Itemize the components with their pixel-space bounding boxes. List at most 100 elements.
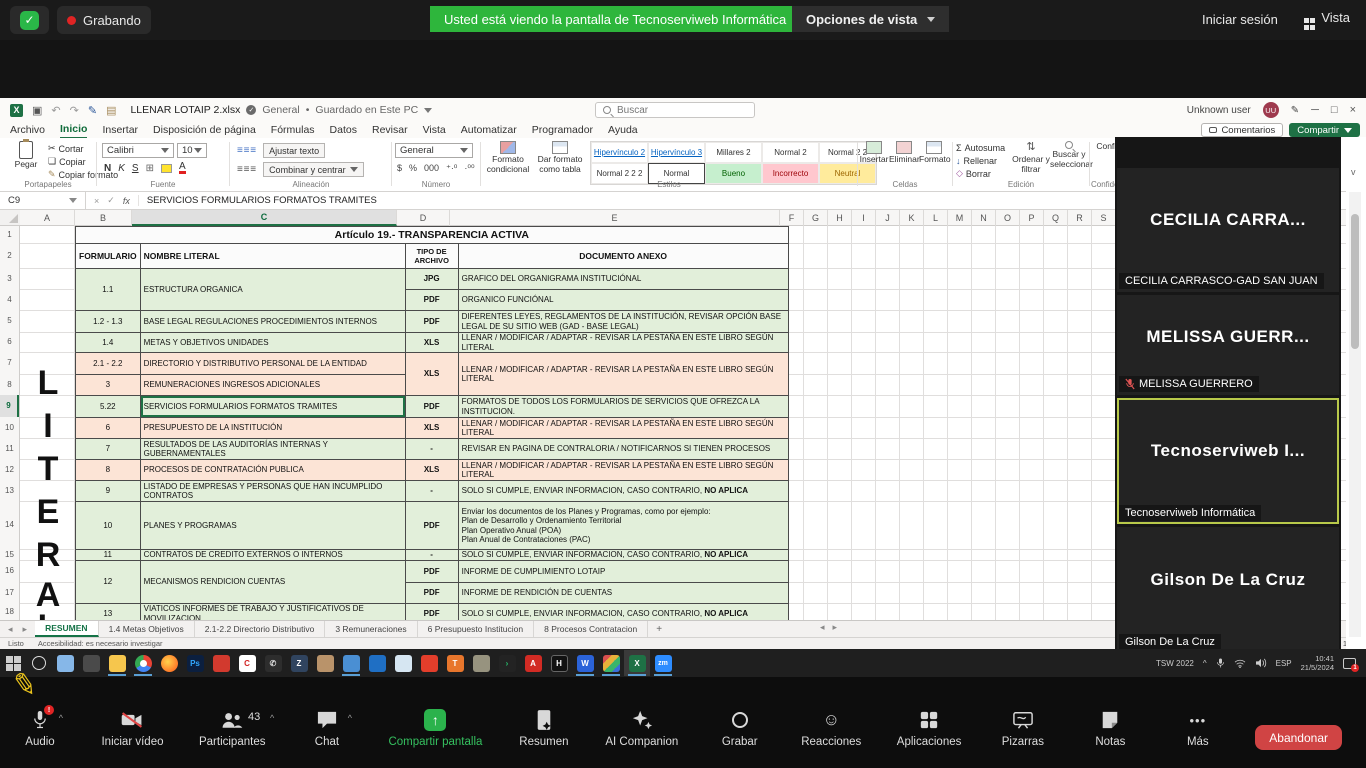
audio-app-icon[interactable]: H <box>546 650 572 676</box>
save-icon[interactable]: ▣ <box>32 104 42 117</box>
sheet-tab-procesos[interactable]: 8 Procesos Contratacion <box>534 621 648 637</box>
row-1[interactable]: 1 <box>0 226 19 243</box>
zip-app-icon[interactable]: Z <box>286 650 312 676</box>
phone-app-icon[interactable]: ✆ <box>260 650 286 676</box>
col-B[interactable]: B <box>75 210 132 226</box>
notes-app-icon[interactable] <box>338 650 364 676</box>
apps-button[interactable]: Aplicaciones <box>897 709 962 748</box>
format-cells-button[interactable]: Formato <box>919 141 949 164</box>
col-G[interactable]: G <box>804 210 828 226</box>
photos-app-icon[interactable] <box>364 650 390 676</box>
table-row[interactable]: 1.2 - 1.3 BASE LEGAL REGULACIONES PROCED… <box>76 311 789 333</box>
row-16[interactable]: 16 <box>0 560 19 582</box>
style-millares2[interactable]: Millares 2 <box>705 142 762 163</box>
increase-decimal-button[interactable]: ⁺·⁰ <box>446 163 457 174</box>
col-C[interactable]: C <box>132 210 397 226</box>
col-P[interactable]: P <box>1020 210 1044 226</box>
select-all-corner[interactable] <box>0 210 20 225</box>
tab-automatizar[interactable]: Automatizar <box>461 123 517 138</box>
sheet-tab-remuneraciones[interactable]: 3 Remuneraciones <box>325 621 417 637</box>
cancel-icon[interactable]: × <box>94 196 99 206</box>
table-row[interactable]: 7 RESULTADOS DE LAS AUDITORÍAS INTERNAS … <box>76 439 789 460</box>
enter-icon[interactable]: ✓ <box>107 195 115 206</box>
file-title[interactable]: LLENAR LOTAIP 2.xlsx ✓ General • Guardad… <box>130 104 432 116</box>
row-5[interactable]: 5 <box>0 310 19 332</box>
zoom-app-icon[interactable]: zm <box>650 650 676 676</box>
add-sheet-button[interactable]: + <box>656 624 662 635</box>
row-14[interactable]: 14 <box>0 501 19 549</box>
firefox-icon[interactable] <box>156 650 182 676</box>
tab-inicio[interactable]: Inicio <box>60 122 87 139</box>
style-hipervinculo3[interactable]: Hipervínculo 3 <box>648 142 705 163</box>
chevron-down-icon[interactable]: v <box>1351 167 1356 177</box>
tab-programador[interactable]: Programador <box>532 123 593 138</box>
sheet-tab-directorio[interactable]: 2.1-2.2 Directorio Distributivo <box>195 621 326 637</box>
row-10[interactable]: 10 <box>0 417 19 438</box>
align-top-icon[interactable]: ≡ ≡ ≡ <box>237 145 255 156</box>
file-explorer-icon[interactable] <box>104 650 130 676</box>
table-row[interactable]: 11 CONTRATOS DE CREDITO EXTERNOS O INTER… <box>76 550 789 561</box>
col-E[interactable]: E <box>450 210 780 226</box>
restore-button[interactable]: □ <box>1331 104 1338 116</box>
audio-button[interactable]: ! ^ Audio <box>14 709 66 748</box>
col-K[interactable]: K <box>900 210 924 226</box>
underline-button[interactable]: S <box>132 163 139 174</box>
share-screen-button[interactable]: ↑ Compartir pantalla <box>388 709 482 748</box>
merge-center-button[interactable]: Combinar y centrar <box>263 162 364 177</box>
col-N[interactable]: N <box>972 210 996 226</box>
notification-center-icon[interactable]: 1 <box>1343 658 1356 669</box>
clear-button[interactable]: ◇Borrar <box>956 168 1005 179</box>
scroll-right-icon[interactable]: ▸ <box>833 622 838 633</box>
adobe-app-icon[interactable] <box>416 650 442 676</box>
avatar[interactable]: UU <box>1263 102 1279 118</box>
close-button[interactable]: × <box>1350 104 1356 116</box>
tab-ayuda[interactable]: Ayuda <box>608 123 638 138</box>
row-17[interactable]: 17 <box>0 582 19 603</box>
scrollbar-thumb[interactable] <box>1351 214 1359 349</box>
selected-cell-C9[interactable]: SERVICIOS FORMULARIOS FORMATOS TRAMITES <box>140 396 405 418</box>
word-icon[interactable]: W <box>572 650 598 676</box>
col-D[interactable]: D <box>397 210 450 226</box>
wrap-text-button[interactable]: Ajustar texto <box>263 143 325 158</box>
view-button[interactable]: Vista <box>1304 10 1350 30</box>
row-7[interactable]: 7 <box>0 352 19 374</box>
find-select-button[interactable]: Buscar y seleccionar <box>1050 141 1088 169</box>
record-button[interactable]: Grabar <box>714 709 766 748</box>
row-6[interactable]: 6 <box>0 332 19 352</box>
autosum-button[interactable]: ΣAutosuma <box>956 142 1005 153</box>
horizontal-scrollbar[interactable]: ◂ ▸ <box>820 622 837 633</box>
row-4[interactable]: 4 <box>0 289 19 310</box>
row-13[interactable]: 13 <box>0 480 19 501</box>
participant-tile[interactable]: CECILIA CARRA... CECILIA CARRASCO-GAD SA… <box>1117 168 1339 292</box>
audio-options-chevron[interactable]: ^ <box>59 713 63 723</box>
participants-button[interactable]: 43 ^ Participantes <box>199 709 265 748</box>
col-F[interactable]: F <box>780 210 804 226</box>
hidden-icons-chevron[interactable]: ^ <box>1203 659 1207 668</box>
italic-button[interactable]: K <box>118 163 125 174</box>
style-normal2[interactable]: Normal 2 <box>762 142 819 163</box>
summary-button[interactable]: Resumen <box>518 709 570 748</box>
vertical-scrollbar[interactable]: v <box>1346 137 1366 656</box>
align-left-icon[interactable]: ≡ ≡ ≡ <box>237 164 255 175</box>
redo-icon[interactable]: ↷ <box>70 104 79 117</box>
row-8[interactable]: 8 <box>0 374 19 395</box>
chrome-icon[interactable] <box>130 650 156 676</box>
photoshop-icon[interactable]: Ps <box>182 650 208 676</box>
col-J[interactable]: J <box>876 210 900 226</box>
dark-app-icon[interactable] <box>78 650 104 676</box>
table-row[interactable]: 1.4 METAS Y OBJETIVOS UNIDADES XLS LLENA… <box>76 333 789 353</box>
capture-app-icon[interactable] <box>208 650 234 676</box>
more-button[interactable]: ••• Más <box>1172 709 1224 748</box>
comments-button[interactable]: Comentarios <box>1201 123 1283 137</box>
col-M[interactable]: M <box>948 210 972 226</box>
col-I[interactable]: I <box>852 210 876 226</box>
tab-insertar[interactable]: Insertar <box>102 123 138 138</box>
number-format-select[interactable]: General <box>395 143 473 158</box>
bold-button[interactable]: N <box>104 163 111 174</box>
col-Q[interactable]: Q <box>1044 210 1068 226</box>
tab-revisar[interactable]: Revisar <box>372 123 408 138</box>
clock[interactable]: 10:4121/5/2024 <box>1301 654 1334 673</box>
formula-content[interactable]: SERVICIOS FORMULARIOS FORMATOS TRAMITES <box>139 195 377 206</box>
pen-icon[interactable]: ✎ <box>1291 105 1299 116</box>
row-18[interactable]: 18 <box>0 603 19 620</box>
